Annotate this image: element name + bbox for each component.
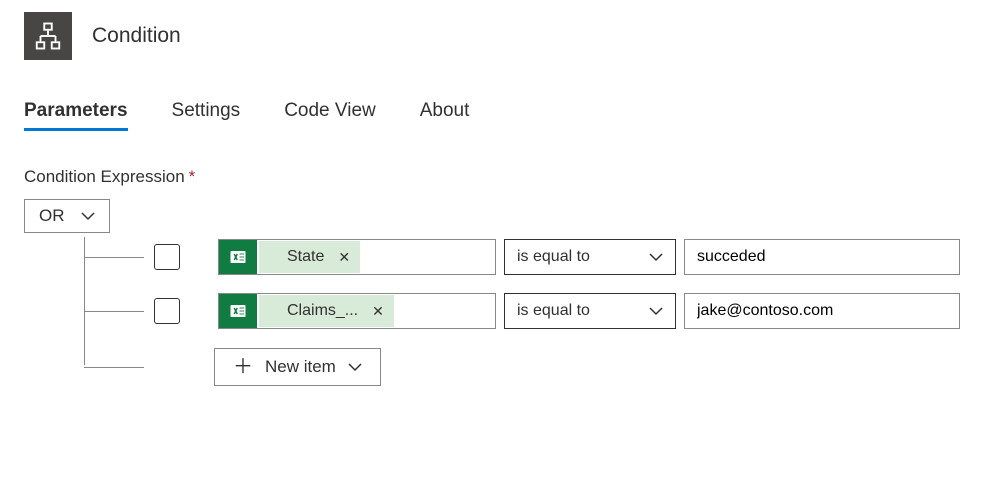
required-indicator: * xyxy=(189,167,196,186)
tabs: Parameters Settings Code View About xyxy=(24,100,970,131)
group-operator-select[interactable]: OR xyxy=(24,199,110,233)
token-label: Claims_... xyxy=(287,302,358,320)
tab-settings[interactable]: Settings xyxy=(172,100,241,131)
tree-line-horizontal xyxy=(84,311,144,312)
tree-line-horizontal xyxy=(84,257,144,258)
right-operand-input[interactable] xyxy=(684,239,960,275)
operator-value: is equal to xyxy=(517,248,590,266)
group-operator-value: OR xyxy=(39,206,65,226)
tree-line-horizontal xyxy=(84,367,144,368)
condition-icon xyxy=(24,12,72,60)
tab-about[interactable]: About xyxy=(420,100,470,131)
new-item-button[interactable]: ＋ New item xyxy=(214,348,381,386)
token-label: State xyxy=(287,248,324,266)
chevron-down-icon xyxy=(81,209,95,223)
chevron-down-icon xyxy=(649,250,663,264)
new-item-row: ＋ New item xyxy=(84,345,970,389)
token-pill: Claims_... ✕ xyxy=(259,295,394,327)
excel-icon xyxy=(219,293,257,329)
field-label-text: Condition Expression xyxy=(24,167,185,186)
left-operand-field[interactable]: Claims_... ✕ xyxy=(218,293,496,329)
operator-select[interactable]: is equal to xyxy=(504,239,676,275)
tab-parameters[interactable]: Parameters xyxy=(24,100,128,131)
tab-codeview[interactable]: Code View xyxy=(284,100,376,131)
left-operand-field[interactable]: State ✕ xyxy=(218,239,496,275)
operator-select[interactable]: is equal to xyxy=(504,293,676,329)
action-title: Condition xyxy=(92,24,181,48)
excel-icon xyxy=(219,239,257,275)
action-header: Condition xyxy=(24,12,970,60)
field-label: Condition Expression* xyxy=(24,167,970,187)
condition-expression: OR State ✕ is equal to xyxy=(24,199,970,389)
chevron-down-icon xyxy=(348,360,362,374)
token-remove-icon[interactable]: ✕ xyxy=(338,249,350,266)
new-item-label: New item xyxy=(265,357,336,377)
token-pill: State ✕ xyxy=(259,241,360,273)
row-checkbox[interactable] xyxy=(154,244,180,270)
plus-icon: ＋ xyxy=(233,357,253,377)
token-remove-icon[interactable]: ✕ xyxy=(372,303,384,320)
row-checkbox[interactable] xyxy=(154,298,180,324)
operator-value: is equal to xyxy=(517,302,590,320)
chevron-down-icon xyxy=(649,304,663,318)
right-operand-input[interactable] xyxy=(684,293,960,329)
condition-row: Claims_... ✕ is equal to xyxy=(84,291,970,331)
condition-row: State ✕ is equal to xyxy=(84,237,970,277)
